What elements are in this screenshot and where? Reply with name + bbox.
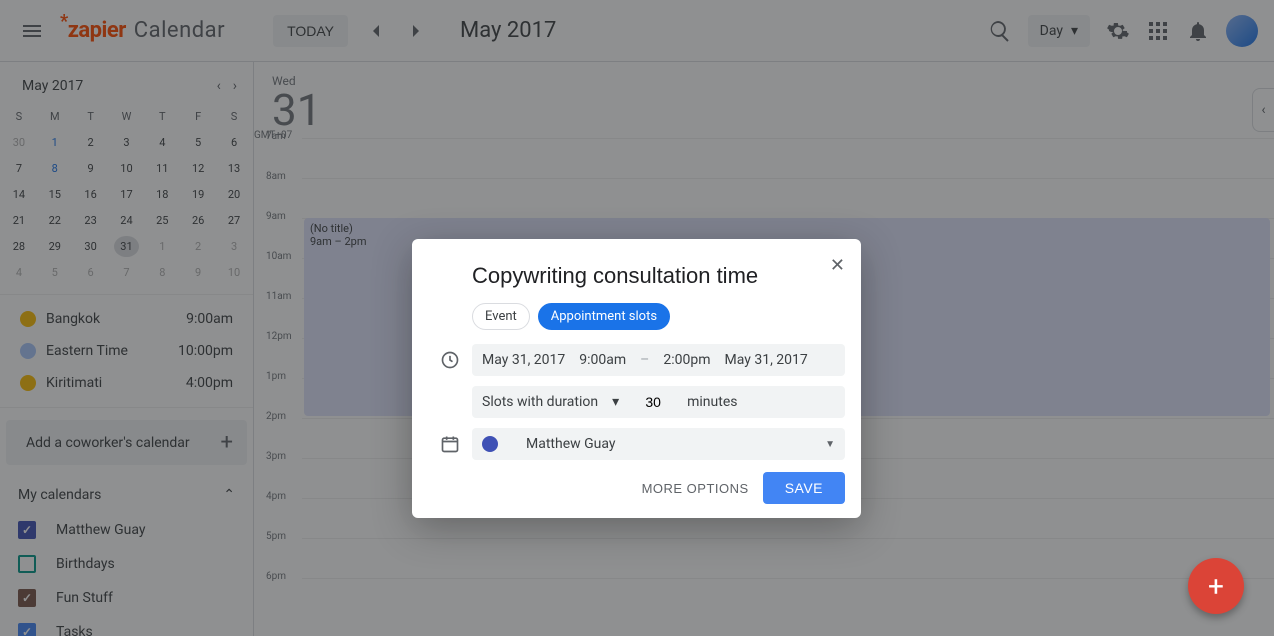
duration-label: Slots with duration: [482, 394, 598, 410]
more-options-button[interactable]: MORE OPTIONS: [642, 481, 749, 496]
type-appointment-slots-pill[interactable]: Appointment slots: [538, 303, 670, 330]
calendar-icon: [428, 434, 472, 454]
save-button[interactable]: SAVE: [763, 472, 845, 504]
duration-field[interactable]: Slots with duration ▾ minutes: [472, 386, 845, 418]
event-title-input[interactable]: [428, 257, 845, 295]
time-range-field[interactable]: May 31, 2017 9:00am – 2:00pm May 31, 201…: [472, 344, 845, 376]
chevron-down-icon: ▾: [612, 394, 619, 410]
create-event-fab[interactable]: +: [1188, 558, 1244, 614]
calendar-owner: Matthew Guay: [526, 436, 616, 452]
end-time: 2:00pm: [663, 352, 710, 368]
start-time: 9:00am: [579, 352, 626, 368]
end-date: May 31, 2017: [725, 352, 808, 368]
type-event-pill[interactable]: Event: [472, 303, 530, 330]
close-icon[interactable]: ✕: [824, 249, 851, 282]
calendar-select[interactable]: Matthew Guay ▼: [472, 428, 845, 460]
chevron-down-icon: ▼: [825, 439, 835, 450]
calendar-color-dot: [482, 436, 498, 452]
event-editor-modal: ✕ Event Appointment slots May 31, 2017 9…: [412, 239, 861, 518]
start-date: May 31, 2017: [482, 352, 565, 368]
duration-input[interactable]: [633, 394, 673, 410]
duration-unit: minutes: [687, 394, 737, 410]
clock-icon: [428, 350, 472, 370]
